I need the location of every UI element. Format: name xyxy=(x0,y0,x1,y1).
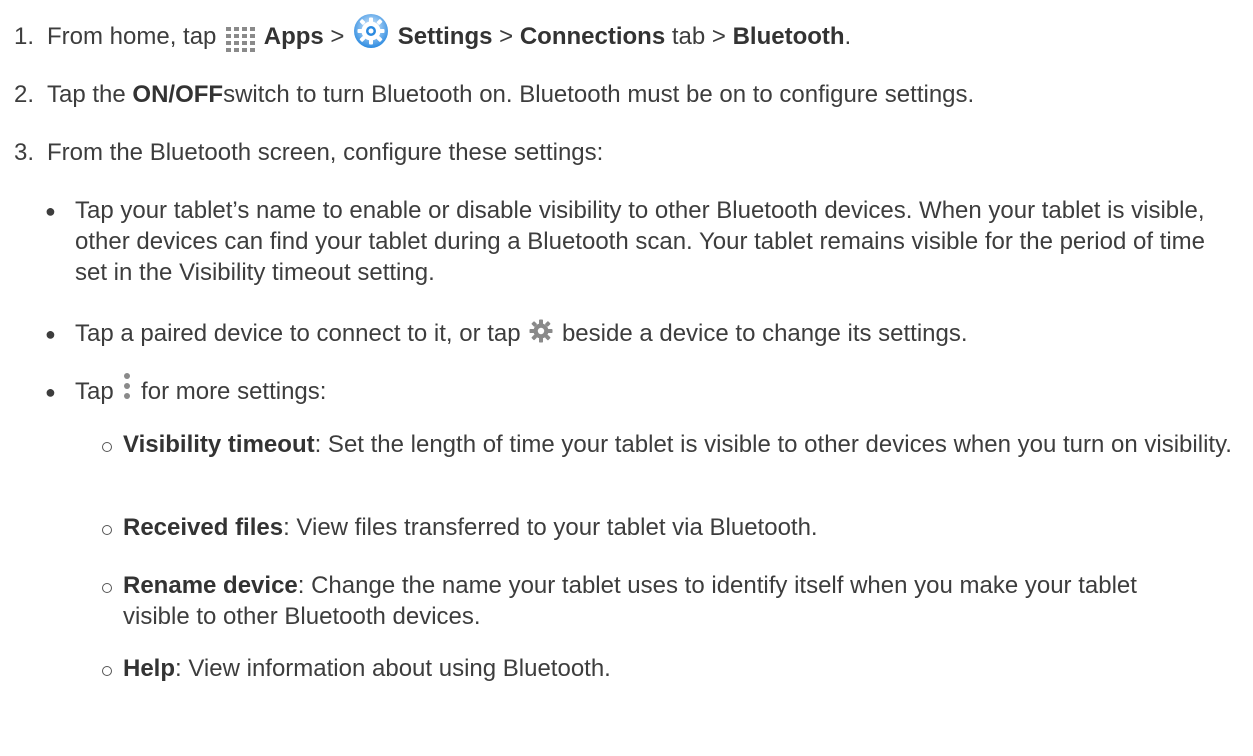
sub-item-term: Help xyxy=(123,655,176,682)
sub-item-rename-device: Rename device: Change the name your tabl… xyxy=(123,570,1193,632)
sub-item-desc: : View information about using Bluetooth… xyxy=(175,655,611,682)
step-text: tab > xyxy=(671,23,726,50)
on-off-label: ON/OFF xyxy=(132,81,224,108)
settings-label: Settings xyxy=(397,23,493,50)
bullet-visibility: Tap your tablet’s name to enable or disa… xyxy=(75,197,1205,286)
settings-gear-blue-icon xyxy=(354,13,389,48)
bullet-text: beside a device to change its settings. xyxy=(561,320,968,347)
bullet-text: Tap xyxy=(75,378,114,405)
apps-label: Apps xyxy=(263,23,324,50)
step-text: From the Bluetooth screen, configure the… xyxy=(47,139,604,166)
sub-bullet-circle xyxy=(102,666,112,676)
bullet-more-settings: Tap for more settings: xyxy=(75,372,327,407)
sub-item-help: Help: View information about using Bluet… xyxy=(123,653,611,684)
step-text: switch to turn Bluetooth on. Bluetooth m… xyxy=(223,81,975,108)
step-number: 1. xyxy=(13,23,34,50)
connections-label: Connections xyxy=(519,23,666,50)
bullet-paired-device: Tap a paired device to connect to it, or… xyxy=(75,318,968,349)
apps-grid-icon xyxy=(226,26,256,52)
sub-bullet-circle xyxy=(102,442,112,452)
step-text: . xyxy=(844,23,852,50)
vertical-dots-menu-icon xyxy=(124,372,131,399)
step-text: From home, tap xyxy=(47,23,217,50)
sub-bullet-circle xyxy=(102,525,112,535)
step-text: Tap the xyxy=(47,81,126,108)
bullet-text: for more settings: xyxy=(141,378,327,405)
bluetooth-label: Bluetooth xyxy=(732,23,845,50)
bullet-text: Tap a paired device to connect to it, or… xyxy=(75,320,521,347)
bullet-dot: ● xyxy=(45,382,56,402)
separator: > xyxy=(330,23,345,50)
step-number: 3. xyxy=(13,139,34,166)
sub-item-term: Rename device xyxy=(123,572,298,599)
sub-item-desc: : Set the length of time your tablet is … xyxy=(314,431,1232,458)
sub-bullet-circle xyxy=(102,583,112,593)
bullet-dot: ● xyxy=(45,324,56,344)
separator: > xyxy=(499,23,514,50)
step-number: 2. xyxy=(13,81,34,108)
sub-item-received-files: Received files: View files transferred t… xyxy=(123,512,818,543)
bullet-dot: ● xyxy=(45,201,56,221)
gear-icon xyxy=(529,319,553,343)
sub-item-visibility-timeout: Visibility timeout: Set the length of ti… xyxy=(123,429,1248,460)
sub-item-desc: : View files transferred to your tablet … xyxy=(283,514,818,541)
sub-item-term: Visibility timeout xyxy=(123,431,315,458)
sub-item-term: Received files xyxy=(123,514,284,541)
